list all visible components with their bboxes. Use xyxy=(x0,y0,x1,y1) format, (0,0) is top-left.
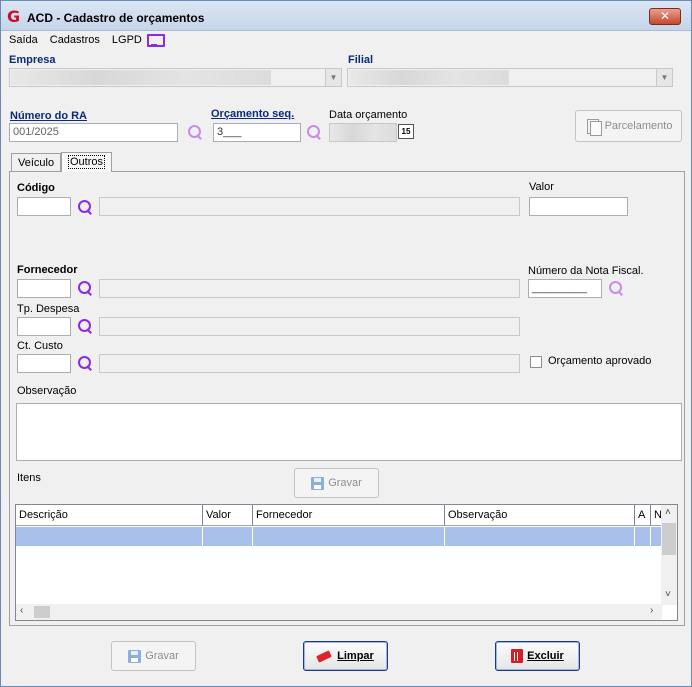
chevron-right-icon[interactable]: › xyxy=(650,605,653,616)
grid-cell xyxy=(203,527,253,546)
limpar-button[interactable]: Limpar xyxy=(303,641,388,671)
tp-despesa-descricao-field xyxy=(99,317,520,336)
chevron-up-icon[interactable]: ˄ xyxy=(665,507,671,518)
excluir-label: Excluir xyxy=(527,650,564,662)
valor-input[interactable] xyxy=(529,197,628,216)
floppy-disk-icon xyxy=(311,476,325,490)
itens-grid[interactable]: Descrição Valor Fornecedor Observação A … xyxy=(15,504,678,621)
table-row[interactable] xyxy=(16,527,662,546)
orcamento-seq-label: Orçamento seq. xyxy=(211,108,295,120)
horizontal-scrollbar[interactable]: ‹ › xyxy=(16,604,662,620)
grid-cell xyxy=(635,527,651,546)
title-bar: G ACD - Cadastro de orçamentos ✕ xyxy=(1,1,691,31)
filial-value-redacted xyxy=(349,70,509,85)
search-icon[interactable] xyxy=(608,280,624,296)
grid-col-fornecedor[interactable]: Fornecedor xyxy=(253,505,445,525)
documents-icon xyxy=(585,118,602,136)
codigo-descricao-field xyxy=(99,197,520,216)
data-orcamento-label: Data orçamento xyxy=(329,109,408,121)
eraser-icon xyxy=(317,651,333,662)
grid-cell xyxy=(253,527,445,546)
tab-veiculo[interactable]: Veículo xyxy=(11,153,62,172)
vertical-scrollbar[interactable]: ˄ ˅ xyxy=(661,505,677,605)
grid-col-valor[interactable]: Valor xyxy=(203,505,253,525)
monitor-icon[interactable] xyxy=(146,34,165,47)
search-icon[interactable] xyxy=(77,280,93,296)
tab-veiculo-label: Veículo xyxy=(18,157,55,169)
tab-outros[interactable]: Outros xyxy=(61,152,113,172)
codigo-label: Código xyxy=(17,182,55,194)
numero-ra-input[interactable]: 001/2025 xyxy=(9,123,178,142)
menu-cadastros[interactable]: Cadastros xyxy=(50,34,100,46)
calendar-icon[interactable]: 15 xyxy=(398,124,414,139)
tp-despesa-input[interactable] xyxy=(17,317,71,336)
ct-custo-input[interactable] xyxy=(17,354,71,373)
trash-icon xyxy=(511,649,524,663)
grid-col-a[interactable]: A xyxy=(635,505,651,525)
grid-col-descricao[interactable]: Descrição xyxy=(16,505,203,525)
itens-label: Itens xyxy=(17,472,41,484)
parcelamento-label: Parcelamento xyxy=(604,120,673,132)
observacao-textarea[interactable] xyxy=(16,403,682,461)
gravar-item-label: Gravar xyxy=(328,477,362,489)
codigo-input[interactable] xyxy=(17,197,71,216)
scroll-thumb[interactable] xyxy=(34,606,50,618)
gravar-item-button[interactable]: Gravar xyxy=(294,468,379,498)
numero-ra-label: Número do RA xyxy=(10,110,87,122)
grid-col-observacao[interactable]: Observação xyxy=(445,505,635,525)
chevron-down-icon[interactable]: ▼ xyxy=(656,69,672,86)
ct-custo-descricao-field xyxy=(99,354,520,373)
search-icon[interactable] xyxy=(77,318,93,334)
orcamento-aprovado-checkbox[interactable] xyxy=(530,356,542,368)
menu-saida[interactable]: Saída xyxy=(9,34,38,46)
excluir-button[interactable]: Excluir xyxy=(495,641,580,671)
close-button[interactable]: ✕ xyxy=(649,8,681,25)
chevron-down-icon[interactable]: ▼ xyxy=(325,69,341,86)
nota-fiscal-label: Número da Nota Fiscal. xyxy=(528,265,644,277)
orcamento-aprovado-label: Orçamento aprovado xyxy=(548,355,652,367)
window-title: ACD - Cadastro de orçamentos xyxy=(27,11,205,25)
orcamento-seq-input[interactable]: 3___ xyxy=(213,123,301,142)
empresa-combo[interactable]: ▼ xyxy=(9,68,342,87)
search-icon[interactable] xyxy=(77,199,93,215)
menu-lgpd[interactable]: LGPD xyxy=(112,34,142,46)
limpar-label: Limpar xyxy=(337,650,374,662)
chevron-down-icon[interactable]: ˅ xyxy=(665,589,671,600)
grid-cell xyxy=(445,527,635,546)
search-icon[interactable] xyxy=(306,124,322,140)
valor-label: Valor xyxy=(529,181,554,193)
empresa-value-redacted xyxy=(11,70,271,85)
nota-fiscal-input[interactable]: _________ xyxy=(528,279,602,298)
data-orcamento-input[interactable] xyxy=(329,123,397,142)
ct-custo-label: Ct. Custo xyxy=(17,340,63,352)
observacao-label: Observação xyxy=(17,385,77,397)
floppy-disk-icon xyxy=(128,649,142,663)
tp-despesa-label: Tp. Despesa xyxy=(17,303,80,315)
fornecedor-label: Fornecedor xyxy=(17,264,78,276)
chevron-left-icon[interactable]: ‹ xyxy=(20,605,23,616)
main-window: G ACD - Cadastro de orçamentos ✕ Saída C… xyxy=(0,0,692,687)
tab-outros-label: Outros xyxy=(68,155,106,169)
filial-label: Filial xyxy=(348,54,374,66)
parcelamento-button[interactable]: Parcelamento xyxy=(575,110,682,142)
fornecedor-input[interactable] xyxy=(17,279,71,298)
grid-cell xyxy=(16,527,203,546)
menu-bar: Saída Cadastros LGPD xyxy=(9,32,165,48)
gravar-label: Gravar xyxy=(145,650,179,662)
empresa-label: Empresa xyxy=(9,54,56,66)
filial-combo[interactable]: ▼ xyxy=(347,68,673,87)
scroll-thumb[interactable] xyxy=(662,523,676,555)
grid-header: Descrição Valor Fornecedor Observação A … xyxy=(16,505,662,526)
app-logo-icon: G xyxy=(7,7,21,26)
search-icon[interactable] xyxy=(187,124,203,140)
search-icon[interactable] xyxy=(77,355,93,371)
gravar-button[interactable]: Gravar xyxy=(111,641,196,671)
fornecedor-nome-field xyxy=(99,279,520,298)
